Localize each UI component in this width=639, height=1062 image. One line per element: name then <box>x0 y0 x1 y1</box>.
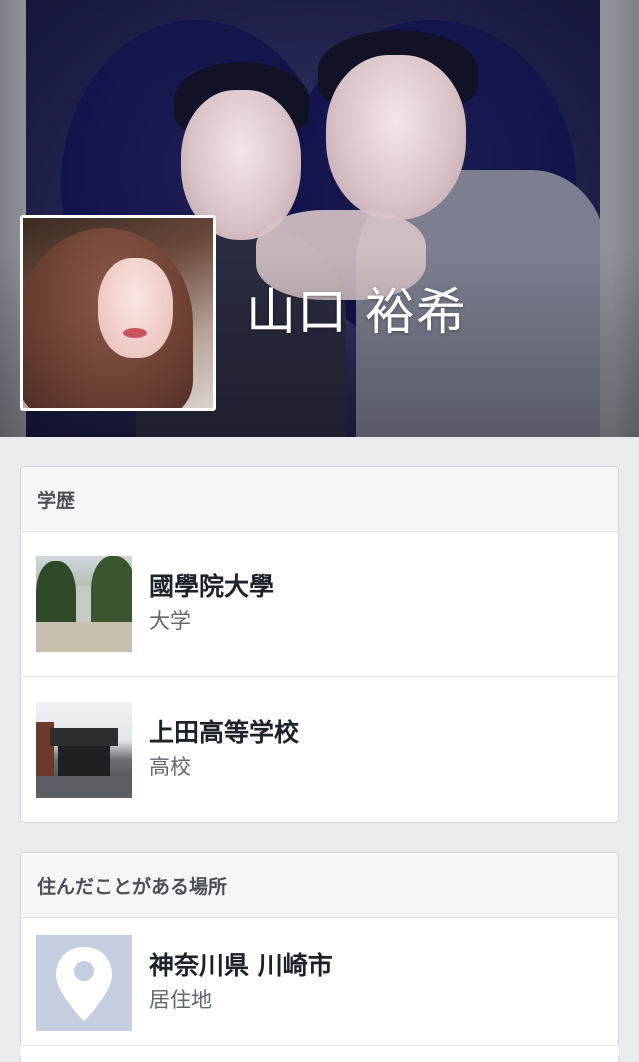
place-item-type: 居住地 <box>149 988 212 1012</box>
thumb-gate <box>58 745 110 776</box>
avatar-lips <box>123 328 147 338</box>
map-pin-icon <box>56 947 112 1021</box>
education-item-type: 高校 <box>149 754 191 779</box>
profile-picture[interactable] <box>20 215 216 411</box>
thumb-gate-roof <box>50 727 118 746</box>
thumb-tree <box>36 561 76 631</box>
places-card: 住んだことがある場所 神奈川県 川崎市 居住地 <box>20 852 619 1062</box>
education-item-title[interactable]: 國學院大學 <box>149 570 274 604</box>
place-item-title[interactable]: 神奈川県 川崎市 <box>149 949 333 983</box>
profile-name: 山口 裕希 <box>246 283 467 341</box>
avatar <box>23 218 213 408</box>
education-item-university[interactable]: 國學院大學 大学 <box>21 532 618 677</box>
thumb-ground <box>36 775 132 798</box>
highschool-thumbnail <box>36 701 132 798</box>
place-item-residence[interactable]: 神奈川県 川崎市 居住地 <box>21 918 618 1048</box>
next-row-edge <box>20 1045 619 1056</box>
education-item-highschool[interactable]: 上田高等学校 高校 <box>21 677 618 822</box>
place-item-text: 神奈川県 川崎市 居住地 <box>149 949 333 1017</box>
avatar-face <box>98 258 173 358</box>
education-item-text: 國學院大學 大学 <box>149 570 274 638</box>
education-item-title[interactable]: 上田高等学校 <box>149 716 299 750</box>
places-heading: 住んだことがある場所 <box>21 853 618 918</box>
education-item-type: 大学 <box>149 609 191 633</box>
place-thumbnail <box>36 935 132 1031</box>
cover-person-right-face <box>326 55 466 220</box>
education-card: 学歴 國學院大學 大学 上田高等学校 高校 <box>20 466 619 823</box>
thumb-wall <box>36 622 132 652</box>
education-item-text: 上田高等学校 高校 <box>149 716 299 784</box>
thumb-tree <box>91 556 132 631</box>
education-heading: 学歴 <box>21 467 618 532</box>
university-thumbnail <box>36 556 132 652</box>
